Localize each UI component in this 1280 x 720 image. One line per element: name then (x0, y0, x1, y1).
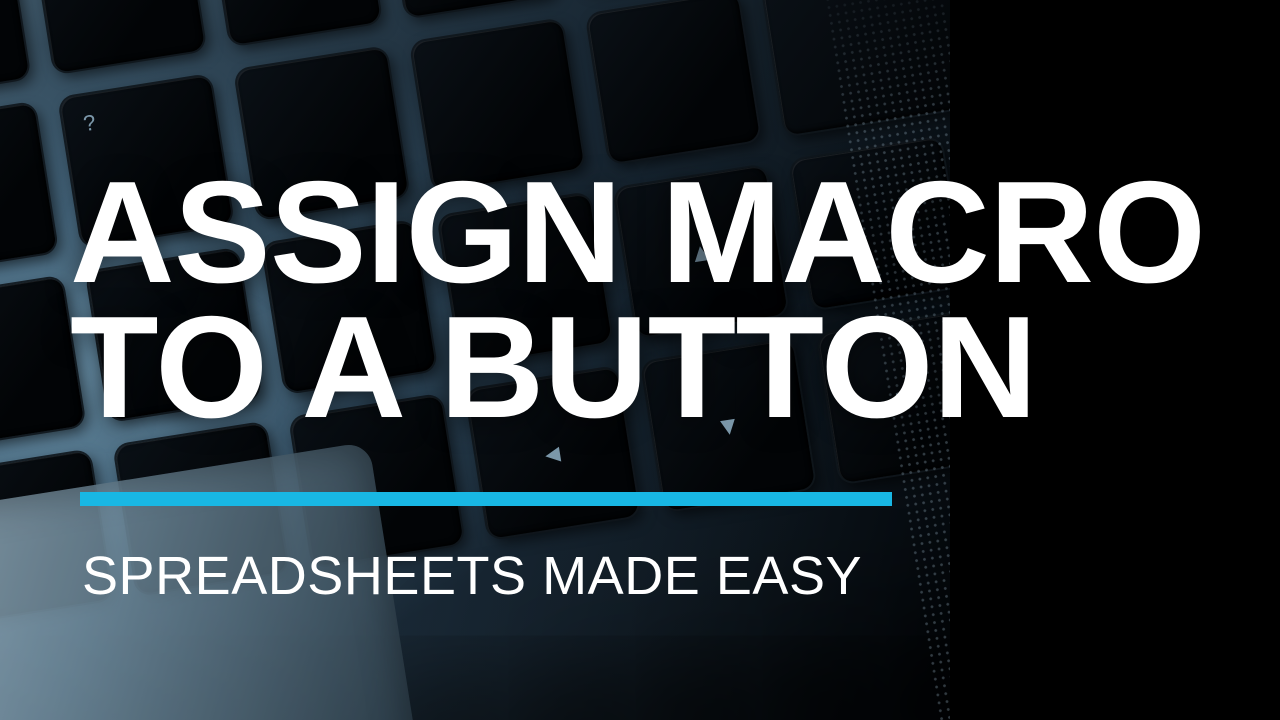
accent-rule (80, 492, 892, 506)
tagline: SPREADSHEETS MADE EASY (82, 545, 862, 607)
headline-line-2: TO A BUTTON (70, 286, 1037, 448)
text-overlay: ASSIGN MACRO TO A BUTTON SPREADSHEETS MA… (0, 0, 1280, 720)
headline: ASSIGN MACRO TO A BUTTON (70, 165, 1240, 435)
